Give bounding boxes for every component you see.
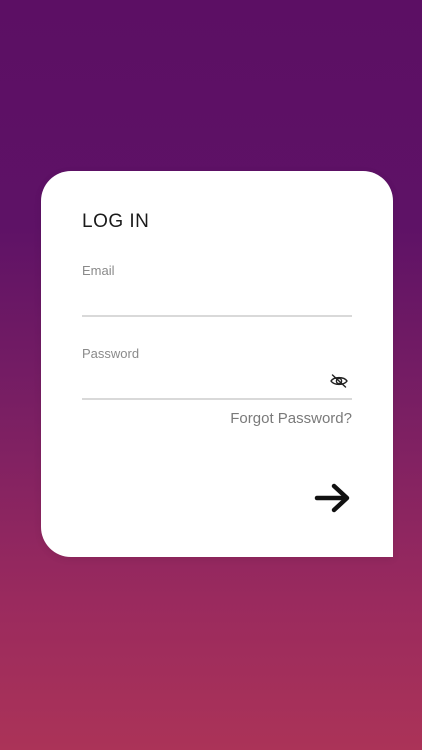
login-screen: LOG IN Email Password Forgot Password? xyxy=(0,0,422,750)
login-title: LOG IN xyxy=(82,211,150,232)
email-label: Email xyxy=(82,263,115,278)
password-label: Password xyxy=(82,346,140,361)
password-input[interactable] xyxy=(82,372,352,400)
forgot-password-link[interactable]: Forgot Password? xyxy=(230,410,352,427)
login-card: LOG IN Email Password Forgot Password? xyxy=(41,171,393,557)
email-input[interactable] xyxy=(82,289,352,317)
arrow-right-icon xyxy=(313,483,353,518)
eye-off-icon[interactable] xyxy=(330,373,348,389)
submit-button[interactable] xyxy=(313,481,353,515)
